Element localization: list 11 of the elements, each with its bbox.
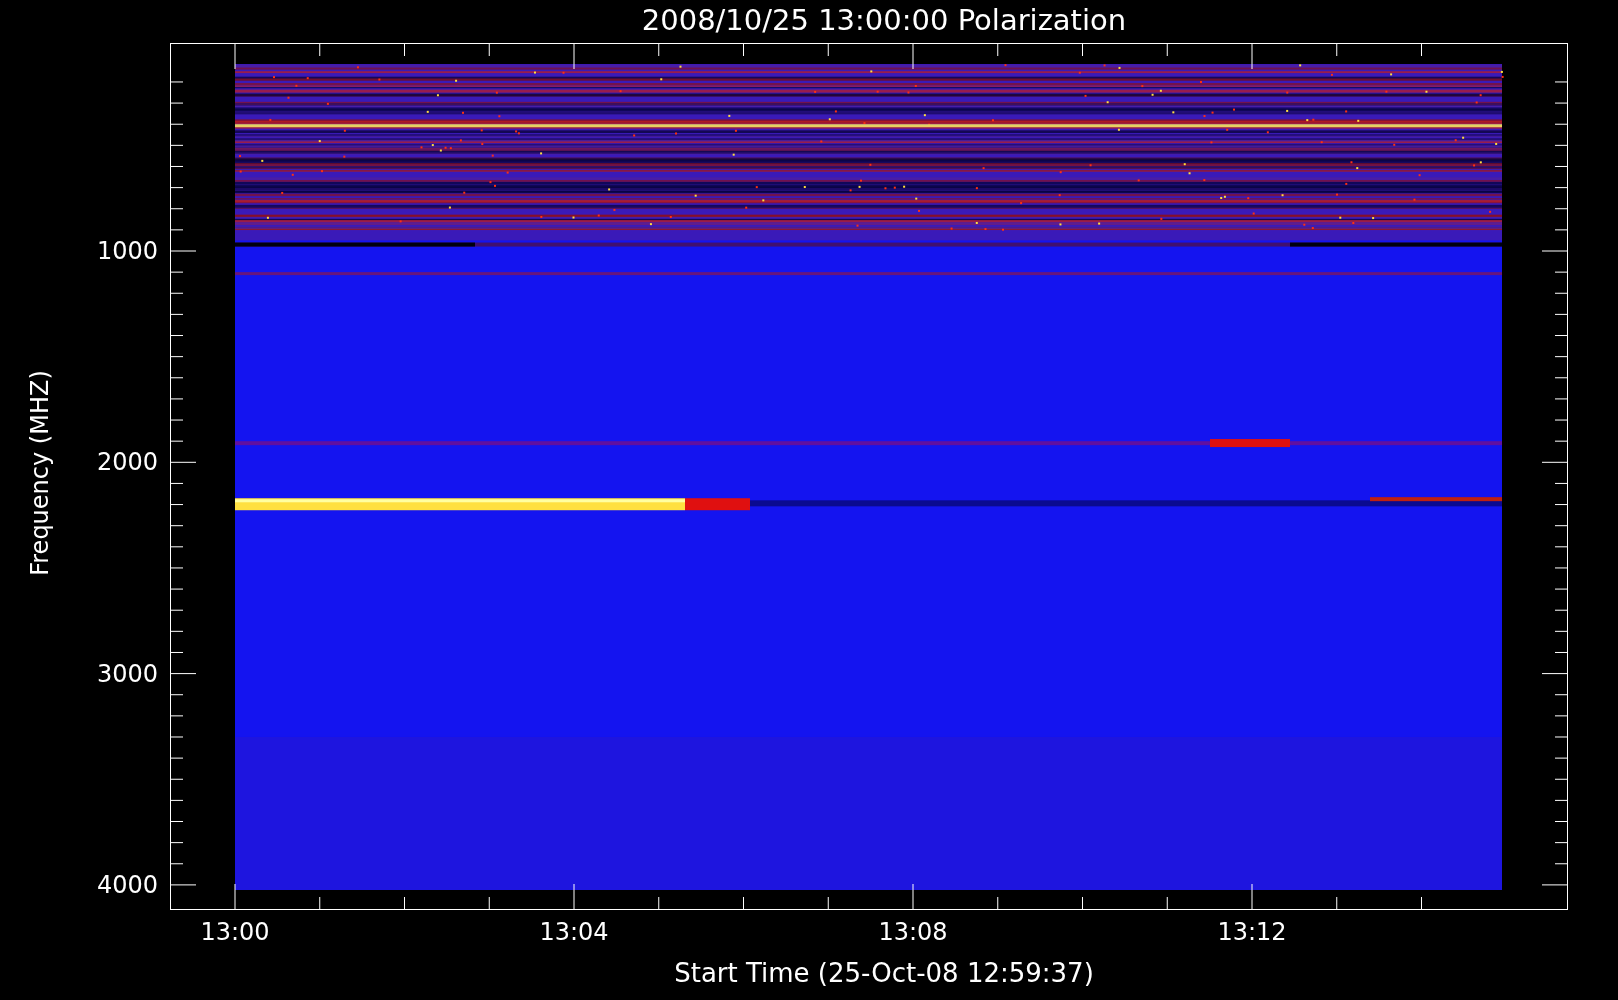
x-tick-label: 13:00 — [200, 918, 270, 946]
x-tick-label: 13:04 — [539, 918, 609, 946]
y-axis-label: Frequency (MHZ) — [26, 370, 54, 576]
y-tick-label: 2000 — [96, 448, 158, 477]
x-tick-label: 13:12 — [1217, 918, 1287, 946]
y-tick-label: 4000 — [96, 870, 158, 899]
y-tick-label: 3000 — [96, 659, 158, 688]
x-axis-label: Start Time (25-Oct-08 12:59:37) — [674, 958, 1094, 988]
x-tick-label: 13:08 — [878, 918, 948, 946]
plot-title: 2008/10/25 13:00:00 Polarization — [640, 1, 1128, 39]
y-tick-label: 1000 — [96, 237, 158, 265]
